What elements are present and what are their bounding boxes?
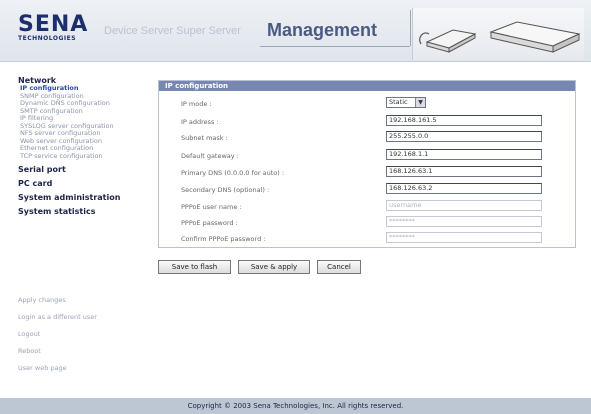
sena-logo: SENA TECHNOLOGIES bbox=[18, 12, 89, 43]
ip-address-row: IP address : 192.168.161.5 bbox=[181, 115, 571, 129]
pppoe-user-row: PPPoE user name : username bbox=[181, 200, 571, 214]
ip-configuration-panel: IP configuration IP mode : Static ▼ IP a… bbox=[158, 80, 576, 248]
ip-mode-row: IP mode : Static ▼ bbox=[181, 97, 571, 111]
sidebar-item-pc-card[interactable]: PC card bbox=[18, 179, 153, 188]
device-image bbox=[412, 8, 584, 60]
pppoe-password-label: PPPoE password : bbox=[181, 219, 238, 227]
primary-dns-label: Primary DNS (0.0.0.0 for auto) : bbox=[181, 169, 285, 177]
logo-main-text: SENA bbox=[18, 12, 89, 37]
save-and-apply-button[interactable]: Save & apply bbox=[238, 260, 310, 274]
primary-dns-row: Primary DNS (0.0.0.0 for auto) : 168.126… bbox=[181, 166, 571, 180]
sidebar-item-tcp-service[interactable]: TCP service configuration bbox=[18, 152, 153, 161]
sidebar-item-serial-port[interactable]: Serial port bbox=[18, 165, 153, 174]
secondary-dns-input[interactable]: 168.126.63.2 bbox=[386, 183, 542, 194]
page-title: Management bbox=[267, 20, 378, 40]
header-subtitle: Device Server Super Server bbox=[104, 25, 241, 37]
reboot-link[interactable]: Reboot bbox=[18, 343, 97, 360]
ip-mode-label: IP mode : bbox=[181, 100, 212, 108]
copyright-footer: Copyright © 2003 Sena Technologies, Inc.… bbox=[0, 398, 591, 414]
pppoe-password-row: PPPoE password : ******** bbox=[181, 216, 571, 230]
header-divider-vertical bbox=[410, 10, 411, 46]
pppoe-password-input[interactable]: ******** bbox=[386, 216, 542, 227]
subnet-mask-row: Subnet mask : 255.255.0.0 bbox=[181, 131, 571, 145]
sidebar-actions: Apply changes Login as a different user … bbox=[18, 292, 97, 377]
chevron-down-icon[interactable]: ▼ bbox=[415, 98, 425, 107]
sidebar-item-system-administration[interactable]: System administration bbox=[18, 193, 153, 202]
confirm-pppoe-password-label: Confirm PPPoE password : bbox=[181, 235, 266, 243]
cancel-button[interactable]: Cancel bbox=[317, 260, 361, 274]
panel-title: IP configuration bbox=[159, 81, 575, 91]
login-different-user-link[interactable]: Login as a different user bbox=[18, 309, 97, 326]
confirm-pppoe-password-input[interactable]: ******** bbox=[386, 232, 542, 243]
default-gateway-input[interactable]: 192.168.1.1 bbox=[386, 149, 542, 160]
save-to-flash-button[interactable]: Save to flash bbox=[158, 260, 231, 274]
subnet-mask-label: Subnet mask : bbox=[181, 134, 228, 142]
user-web-page-link[interactable]: User web page bbox=[18, 360, 97, 377]
device-illustration-icon bbox=[419, 21, 581, 53]
secondary-dns-row: Secondary DNS (optional) : 168.126.63.2 bbox=[181, 183, 571, 197]
default-gateway-row: Default gateway : 192.168.1.1 bbox=[181, 149, 571, 163]
header-bar: SENA TECHNOLOGIES Device Server Super Se… bbox=[0, 0, 591, 62]
confirm-pppoe-password-row: Confirm PPPoE password : ******** bbox=[181, 232, 571, 246]
ip-mode-select[interactable]: Static ▼ bbox=[386, 97, 426, 108]
secondary-dns-label: Secondary DNS (optional) : bbox=[181, 186, 270, 194]
logout-link[interactable]: Logout bbox=[18, 326, 97, 343]
subnet-mask-input[interactable]: 255.255.0.0 bbox=[386, 131, 542, 142]
sidebar-nav: Network IP configuration SNMP configurat… bbox=[18, 74, 153, 216]
ip-mode-value: Static bbox=[389, 98, 408, 106]
ip-address-input[interactable]: 192.168.161.5 bbox=[386, 115, 542, 126]
ip-address-label: IP address : bbox=[181, 118, 219, 126]
default-gateway-label: Default gateway : bbox=[181, 152, 239, 160]
pppoe-user-input[interactable]: username bbox=[386, 200, 542, 211]
header-divider bbox=[260, 46, 410, 47]
sidebar-item-system-statistics[interactable]: System statistics bbox=[18, 207, 153, 216]
pppoe-user-label: PPPoE user name : bbox=[181, 203, 242, 211]
apply-changes-link[interactable]: Apply changes bbox=[18, 292, 97, 309]
primary-dns-input[interactable]: 168.126.63.1 bbox=[386, 166, 542, 177]
